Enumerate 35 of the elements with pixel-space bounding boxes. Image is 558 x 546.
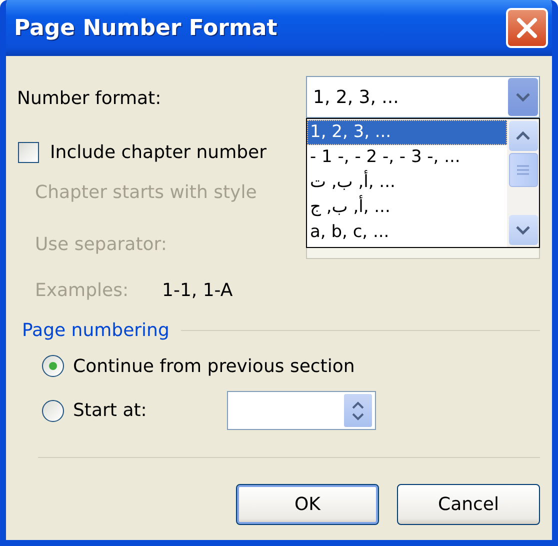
scroll-thumb[interactable] [508,153,538,187]
up-down-arrows-icon [351,400,365,422]
examples-value: 1-1, 1-A [162,280,233,300]
field-label: Chapter starts with style [35,182,257,202]
window-title: Page Number Format [14,16,278,40]
checkbox[interactable] [18,142,39,162]
dropdown-button[interactable] [508,78,538,116]
dialog-button[interactable]: OK [236,484,379,525]
dropdown-option[interactable]: أ, ب, ج, ... [307,195,507,220]
grip-icon [516,165,530,175]
chevron-down-icon [515,224,531,236]
chevron-down-icon [515,91,531,103]
group-title: Page numbering [22,320,170,340]
checkbox-label: Include chapter number [50,142,267,162]
dropdown-option[interactable]: a, b, c, ... [307,220,507,245]
radio-button[interactable] [42,355,64,377]
close-icon [516,17,538,39]
number-format-select[interactable]: 1, 2, 3, ... [306,76,540,118]
scrollbar[interactable] [507,119,539,247]
field-label: Number format: [17,88,162,108]
chevron-up-icon [515,130,531,142]
spinner-button[interactable] [344,394,372,427]
dropdown-option[interactable]: - 1 -, - 2 -, - 3 -, ... [307,145,507,170]
start-at-field[interactable] [227,391,376,430]
dropdown-option[interactable]: أ, ب, ت, ... [307,170,507,195]
dropdown-option[interactable]: 1, 2, 3, ... [307,120,507,145]
radio-label: Continue from previous section [73,356,355,376]
field-label: Use separator: [35,234,167,254]
radio-button[interactable] [42,400,64,422]
radio-label: Start at: [73,400,148,421]
scroll-down-button[interactable] [508,215,538,245]
scroll-up-button[interactable] [508,121,538,151]
examples-label: Examples: [35,280,130,300]
close-button[interactable] [506,8,548,48]
dialog-button[interactable]: Cancel [397,484,540,525]
